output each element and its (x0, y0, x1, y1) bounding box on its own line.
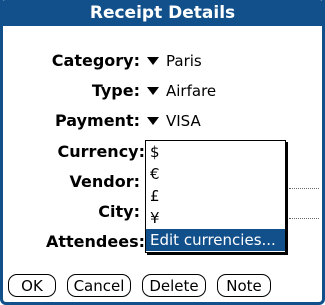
vendor-label: Vendor: (69, 172, 140, 191)
attendees-label: Attendees: (46, 232, 145, 251)
dropdown-arrow-icon (147, 117, 159, 125)
payment-label: Payment: (55, 111, 140, 130)
category-popup-trigger[interactable]: Paris (147, 51, 202, 71)
note-button[interactable]: Note (217, 274, 271, 297)
delete-button[interactable]: Delete (142, 274, 206, 297)
type-label: Type: (91, 81, 140, 100)
type-value: Airfare (166, 82, 217, 100)
category-value: Paris (166, 52, 202, 70)
vendor-input[interactable] (289, 188, 319, 189)
ok-button[interactable]: OK (8, 274, 56, 297)
dialog-title: Receipt Details (0, 0, 325, 26)
currency-option-euro[interactable]: € (146, 163, 285, 185)
type-popup-trigger[interactable]: Airfare (147, 81, 216, 101)
payment-value: VISA (166, 112, 201, 130)
currency-label: Currency: (57, 142, 145, 161)
currency-option-yen[interactable]: ¥ (146, 207, 285, 229)
currency-option-dollar[interactable]: $ (146, 141, 285, 163)
payment-popup-trigger[interactable]: VISA (147, 111, 201, 131)
city-label: City: (98, 202, 140, 221)
dropdown-arrow-icon (147, 57, 159, 65)
cancel-button[interactable]: Cancel (67, 274, 131, 297)
currency-option-pound[interactable]: £ (146, 185, 285, 207)
edit-currencies-option[interactable]: Edit currencies... (146, 229, 285, 251)
category-label: Category: (51, 51, 140, 70)
currency-popup-list: $ € £ ¥ Edit currencies... (145, 140, 286, 253)
dropdown-arrow-icon (147, 87, 159, 95)
city-input[interactable] (289, 218, 319, 219)
